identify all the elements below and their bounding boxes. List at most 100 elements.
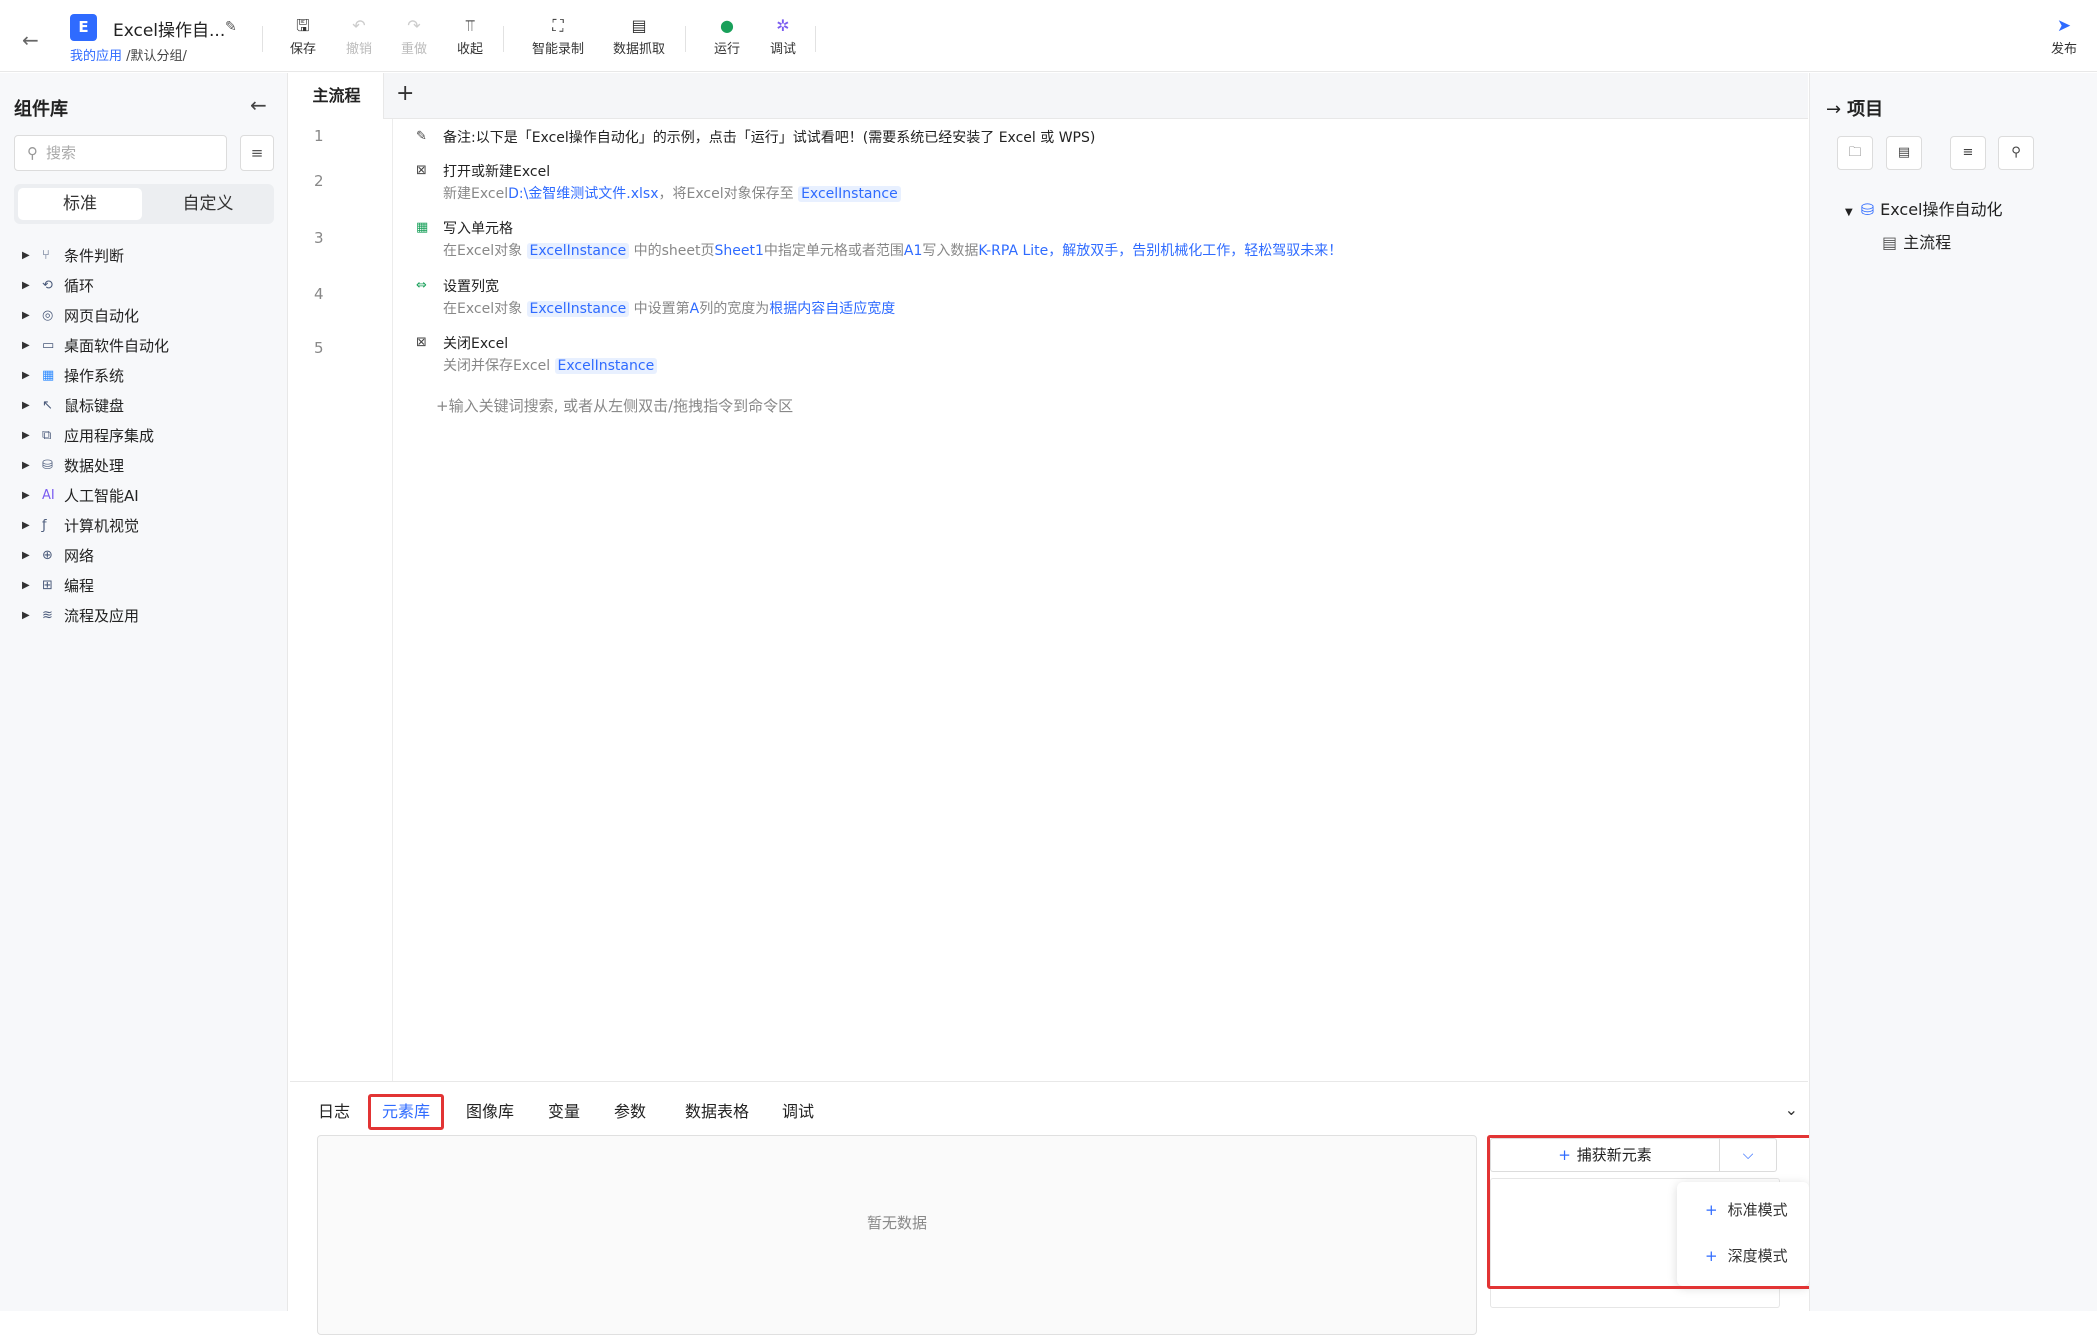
line-number: 3 xyxy=(314,229,324,247)
expand-triangle-icon: ▶ xyxy=(22,369,30,381)
project-title: → 项目 xyxy=(1826,95,1883,121)
save-button[interactable]: 🖫 保存 xyxy=(277,16,329,57)
undo-icon: ↶ xyxy=(352,16,366,35)
app-title: Excel操作自... xyxy=(113,21,226,41)
search-icon: ⚲ xyxy=(2011,145,2021,160)
category-label: 操作系统 xyxy=(64,366,125,385)
sort-icon: ≡ xyxy=(250,144,264,162)
data-grab-icon: ▤ xyxy=(631,16,647,35)
publish-button[interactable]: ➤ 发布 xyxy=(2051,16,2077,57)
category-label: 人工智能AI xyxy=(64,486,139,505)
add-command-hint[interactable]: +输入关键词搜索, 或者从左侧双击/拖拽指令到命令区 xyxy=(436,395,793,416)
tab-standard[interactable]: 标准 xyxy=(18,188,142,220)
category-app-integration[interactable]: ▶ ⧉ 应用程序集成 xyxy=(22,422,154,448)
tab-log[interactable]: 日志 xyxy=(314,1094,354,1130)
category-data[interactable]: ▶ ⛁ 数据处理 xyxy=(22,452,124,478)
back-arrow-icon[interactable]: ← xyxy=(22,28,39,52)
category-desktop[interactable]: ▶ ▭ 桌面软件自动化 xyxy=(22,332,169,358)
run-button[interactable]: ● 运行 xyxy=(701,16,753,57)
document-icon: ▤ xyxy=(1882,233,1898,252)
sort-button[interactable]: ≡ xyxy=(240,135,274,171)
expand-triangle-icon: ▶ xyxy=(22,399,30,411)
tree-label: 主流程 xyxy=(1903,233,1952,252)
search-input[interactable]: ⚲ 搜索 xyxy=(14,135,227,171)
code-blocks-icon: ⊞ xyxy=(42,577,53,593)
tree-main-flow[interactable]: ▤ 主流程 xyxy=(1882,229,1951,253)
empty-state: 暂无数据 xyxy=(866,1214,927,1232)
category-mouse-keyboard[interactable]: ▶ ↖ 鼠标键盘 xyxy=(22,392,124,418)
file-add-icon: ▤ xyxy=(1897,145,1911,160)
debug-button[interactable]: ✲ 调试 xyxy=(757,16,809,57)
category-os[interactable]: ▶ ▦ 操作系统 xyxy=(22,362,124,388)
category-ai[interactable]: ▶ AI 人工智能AI xyxy=(22,482,139,508)
expand-triangle-icon: ▶ xyxy=(22,609,30,621)
collapse-left-arrow-icon[interactable]: ← xyxy=(250,93,267,117)
category-flow-apps[interactable]: ▶ ≋ 流程及应用 xyxy=(22,602,139,628)
data-grab-label: 数据抓取 xyxy=(612,42,665,57)
variable-chip[interactable]: ExcelInstance xyxy=(526,243,630,259)
tab-main-flow[interactable]: 主流程 xyxy=(290,73,384,119)
breadcrumb-my-apps[interactable]: 我的应用 xyxy=(70,49,122,64)
expand-triangle-icon: ▶ xyxy=(22,279,30,291)
tab-data-table[interactable]: 数据表格 xyxy=(682,1094,752,1130)
new-folder-button[interactable]: 🗀 xyxy=(1837,136,1873,170)
line-number: 4 xyxy=(314,285,324,303)
search-button[interactable]: ⚲ xyxy=(1998,136,2034,170)
category-label: 循环 xyxy=(64,276,95,295)
category-network[interactable]: ▶ ⊕ 网络 xyxy=(22,542,94,568)
cell-range: A1 xyxy=(903,243,923,259)
collapse-button[interactable]: ⫪ 收起 xyxy=(444,16,496,57)
desc-text: 中指定单元格或者范围 xyxy=(763,243,904,259)
monitor-icon: ▭ xyxy=(42,337,55,353)
category-condition[interactable]: ▶ ⑂ 条件判断 xyxy=(22,242,124,268)
category-programming[interactable]: ▶ ⊞ 编程 xyxy=(22,572,94,598)
sort-button[interactable]: ≡ xyxy=(1950,136,1986,170)
smart-record-label: 智能录制 xyxy=(531,42,584,57)
line-number: 5 xyxy=(314,339,324,357)
component-library: 组件库 ← ⚲ 搜索 ≡ 标准 自定义 ▶ ⑂ 条件判断 ▶ ⟲ 循环 ▶ ◎ 网页自动化 ▶… xyxy=(0,73,288,1311)
tab-variables[interactable]: 变量 xyxy=(546,1094,582,1130)
expand-triangle-icon: ▶ xyxy=(22,459,30,471)
sheet-name: Sheet1 xyxy=(714,243,764,259)
column-width-icon: ⇔ xyxy=(416,278,427,293)
variable-chip[interactable]: ExcelInstance xyxy=(798,186,901,202)
variable-chip[interactable]: ExcelInstance xyxy=(526,301,630,317)
bug-icon: ✲ xyxy=(776,16,790,35)
category-web[interactable]: ▶ ◎ 网页自动化 xyxy=(22,302,139,328)
expand-arrow-icon[interactable]: → xyxy=(1826,99,1841,120)
redo-button[interactable]: ↷ 重做 xyxy=(388,16,440,57)
tab-element-library[interactable]: 元素库 xyxy=(368,1094,444,1130)
desc-text: ，将Excel对象保存至 xyxy=(658,186,794,202)
expand-triangle-icon: ▶ xyxy=(22,429,30,441)
line-number: 1 xyxy=(314,127,324,145)
edit-pencil-icon[interactable]: ✎ xyxy=(225,19,237,35)
search-placeholder: 搜索 xyxy=(46,144,77,162)
category-cv[interactable]: ▶ ƒ 计算机视觉 xyxy=(22,512,139,538)
tab-debug[interactable]: 调试 xyxy=(780,1094,816,1130)
width-mode: 根据内容自适应宽度 xyxy=(769,301,896,317)
play-icon: ● xyxy=(720,16,734,35)
data-grab-button[interactable]: ▤ 数据抓取 xyxy=(608,16,670,57)
step-title: 设置列宽 xyxy=(443,279,499,295)
tab-custom[interactable]: 自定义 xyxy=(146,188,270,220)
excel-icon: ⊠ xyxy=(416,335,427,350)
line-number: 2 xyxy=(314,172,324,190)
tab-params[interactable]: 参数 xyxy=(612,1094,648,1130)
desc-text: 新建Excel xyxy=(443,186,509,202)
variable-chip[interactable]: ExcelInstance xyxy=(554,358,658,374)
category-label: 数据处理 xyxy=(64,456,125,475)
browser-icon: ◎ xyxy=(42,307,54,323)
expand-triangle-icon: ▶ xyxy=(22,579,30,591)
ai-icon: AI xyxy=(42,487,55,503)
new-file-button[interactable]: ▤ xyxy=(1886,136,1922,170)
tab-image-library[interactable]: 图像库 xyxy=(464,1094,516,1130)
desc-text: 在Excel对象 xyxy=(443,301,523,317)
smart-record-button[interactable]: ⛶ 智能录制 xyxy=(527,16,589,57)
chevron-down-icon[interactable]: ⌄ xyxy=(1785,1100,1798,1119)
add-tab-button[interactable]: + xyxy=(396,81,414,106)
tree-project-root[interactable]: ▼ ⛁ Excel操作自动化 xyxy=(1845,196,2003,220)
undo-button[interactable]: ↶ 撤销 xyxy=(333,16,385,57)
run-label: 运行 xyxy=(713,42,740,57)
folder-add-icon: 🗀 xyxy=(1848,145,1862,160)
category-loop[interactable]: ▶ ⟲ 循环 xyxy=(22,272,94,298)
